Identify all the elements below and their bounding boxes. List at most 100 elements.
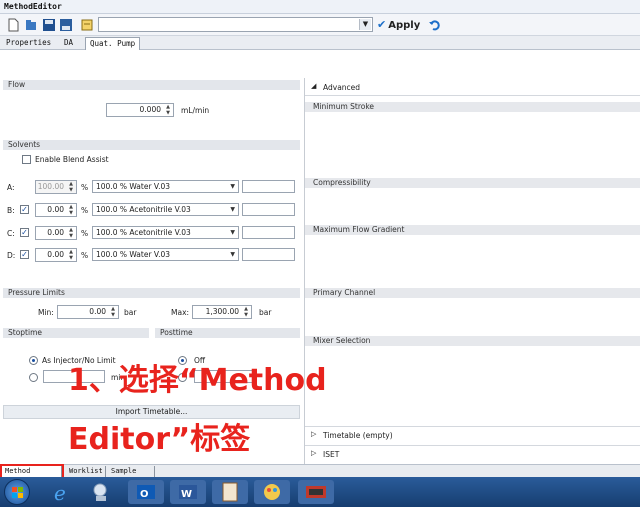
pressure-max-label: Max: xyxy=(171,308,190,317)
pct-unit: % xyxy=(81,251,89,260)
solvent-d-name[interactable] xyxy=(242,248,295,261)
timetable-label: Timetable (empty) xyxy=(323,431,393,440)
flow-header: Flow xyxy=(3,80,300,90)
advanced-panel: ◢ Advanced Minimum Stroke Compressibilit… xyxy=(304,78,640,464)
method-combo[interactable]: ▼ xyxy=(98,17,373,32)
max-flow-gradient-header: Maximum Flow Gradient xyxy=(305,225,640,235)
solvent-a-name[interactable] xyxy=(242,180,295,193)
solvent-d-checkbox[interactable]: ✓ xyxy=(20,250,29,259)
solvent-b-pct[interactable]: 0.00 ▲ ▼ xyxy=(35,203,77,217)
check-icon: ✔ xyxy=(377,18,387,31)
toolbar: ▼ ✔ Apply xyxy=(0,14,640,36)
mixer-selection-header: Mixer Selection xyxy=(305,336,640,346)
svg-text:e: e xyxy=(54,481,66,504)
solvent-a-pct: 100.00 ▲ ▼ xyxy=(35,180,77,194)
solvent-c-checkbox[interactable]: ✓ xyxy=(20,228,29,237)
paint-icon[interactable] xyxy=(254,480,290,504)
spinner-icon[interactable]: ▲ ▼ xyxy=(67,249,75,261)
outlook-icon[interactable]: O xyxy=(128,480,164,504)
tab-quat-pump[interactable]: Quat. Pump xyxy=(85,37,141,50)
tab-method-editor[interactable]: Method Editor xyxy=(0,464,64,486)
solvents-header: Solvents xyxy=(3,140,300,150)
spinner-icon: ▲ ▼ xyxy=(69,181,73,193)
timetable-toggle[interactable]: ▷ Timetable (empty) xyxy=(305,426,640,442)
solvent-b-checkbox[interactable]: ✓ xyxy=(20,205,29,214)
blend-assist-checkbox[interactable] xyxy=(22,155,31,164)
triangle-down-icon: ◢ xyxy=(311,82,317,90)
spinner-icon[interactable]: ▲ ▼ xyxy=(242,306,250,318)
compressibility-header: Compressibility xyxy=(305,178,640,188)
solvent-b-select[interactable]: 100.0 % Acetonitrile V.03 ▼ xyxy=(92,203,239,216)
solvent-d-pct[interactable]: 0.00 ▲ ▼ xyxy=(35,248,77,262)
windows-logo-icon xyxy=(12,487,23,498)
bottom-tab-strip: Method Editor Worklist Sample Run xyxy=(0,464,640,486)
solvent-letter: A: xyxy=(7,183,15,192)
notes-app-icon[interactable] xyxy=(212,480,248,504)
undo-icon[interactable] xyxy=(427,17,441,31)
chevron-down-icon: ▼ xyxy=(230,183,235,190)
minimum-stroke-header: Minimum Stroke xyxy=(305,102,640,112)
solvent-c-name[interactable] xyxy=(242,226,295,239)
spinner-icon[interactable]: ▲ ▼ xyxy=(67,204,75,216)
blend-assist-label: Enable Blend Assist xyxy=(35,155,109,164)
window-titlebar: MethodEditor xyxy=(0,0,640,14)
taskbar: e O W xyxy=(0,477,640,507)
tab-da[interactable]: DA xyxy=(60,37,77,50)
stoptime-custom-radio[interactable] xyxy=(29,373,38,382)
solvent-c-pct[interactable]: 0.00 ▲ ▼ xyxy=(35,226,77,240)
solvent-a-select[interactable]: 100.0 % Water V.03 ▼ xyxy=(92,180,239,193)
svg-text:O: O xyxy=(140,489,149,500)
primary-channel-header: Primary Channel xyxy=(305,288,640,298)
tab-strip: Properties DA Quat. Pump xyxy=(0,36,640,50)
pressure-max-input[interactable]: 1,300.00 ▲ ▼ xyxy=(192,305,252,319)
pct-unit: % xyxy=(81,183,89,192)
chevron-down-icon: ▼ xyxy=(230,251,235,258)
pressure-header: Pressure Limits xyxy=(3,288,300,298)
flow-unit: mL/min xyxy=(181,106,210,115)
annotation-line-1: 1、选择“Method xyxy=(68,363,327,398)
iset-label: ISET xyxy=(323,450,340,459)
window-title: MethodEditor xyxy=(4,2,62,11)
tab-worklist[interactable]: Worklist xyxy=(66,466,106,477)
iset-toggle[interactable]: ▷ ISET xyxy=(305,445,640,461)
stoptime-header: Stoptime xyxy=(3,328,149,338)
svg-text:W: W xyxy=(181,489,192,500)
start-button[interactable] xyxy=(4,479,30,505)
spinner-icon[interactable]: ▲ ▼ xyxy=(164,104,172,116)
pressure-min-label: Min: xyxy=(38,308,54,317)
flow-input[interactable]: 0.000 ▲ ▼ xyxy=(106,103,174,117)
chevron-down-icon: ▼ xyxy=(230,206,235,213)
solvent-c-select[interactable]: 100.0 % Acetonitrile V.03 ▼ xyxy=(92,226,239,239)
pressure-unit: bar xyxy=(124,308,137,317)
triangle-right-icon: ▷ xyxy=(311,430,317,438)
spinner-icon[interactable]: ▲ ▼ xyxy=(109,306,117,318)
stoptime-no-limit-radio[interactable] xyxy=(29,356,38,365)
pct-unit: % xyxy=(81,229,89,238)
save-icon[interactable] xyxy=(41,17,55,31)
spinner-icon[interactable]: ▲ ▼ xyxy=(67,227,75,239)
open-folder-icon[interactable] xyxy=(23,17,37,31)
pressure-min-input[interactable]: 0.00 ▲ ▼ xyxy=(57,305,119,319)
new-file-icon[interactable] xyxy=(5,17,19,32)
solvent-b-name[interactable] xyxy=(242,203,295,216)
tab-sample-run[interactable]: Sample Run xyxy=(108,466,155,486)
search-people-icon[interactable] xyxy=(84,480,120,504)
instrument-app-icon[interactable] xyxy=(298,480,334,504)
print-icon[interactable] xyxy=(79,17,93,31)
posttime-header: Posttime xyxy=(155,328,300,338)
word-icon[interactable]: W xyxy=(170,480,206,504)
tab-properties[interactable]: Properties xyxy=(2,37,55,50)
chevron-down-icon: ▼ xyxy=(230,229,235,236)
pct-unit: % xyxy=(81,206,89,215)
advanced-label: Advanced xyxy=(323,83,361,92)
triangle-right-icon: ▷ xyxy=(311,449,317,457)
solvent-letter: D: xyxy=(7,251,16,260)
solvent-d-select[interactable]: 100.0 % Water V.03 ▼ xyxy=(92,248,239,261)
solvent-letter: B: xyxy=(7,206,15,215)
advanced-toggle[interactable]: ◢ Advanced xyxy=(305,78,640,96)
chevron-down-icon[interactable]: ▼ xyxy=(359,19,371,30)
ie-icon[interactable]: e xyxy=(44,480,80,505)
apply-button[interactable]: ✔ Apply xyxy=(377,18,420,31)
annotation-line-2: Editor”标签 xyxy=(68,422,251,457)
save-as-icon[interactable] xyxy=(58,17,72,31)
